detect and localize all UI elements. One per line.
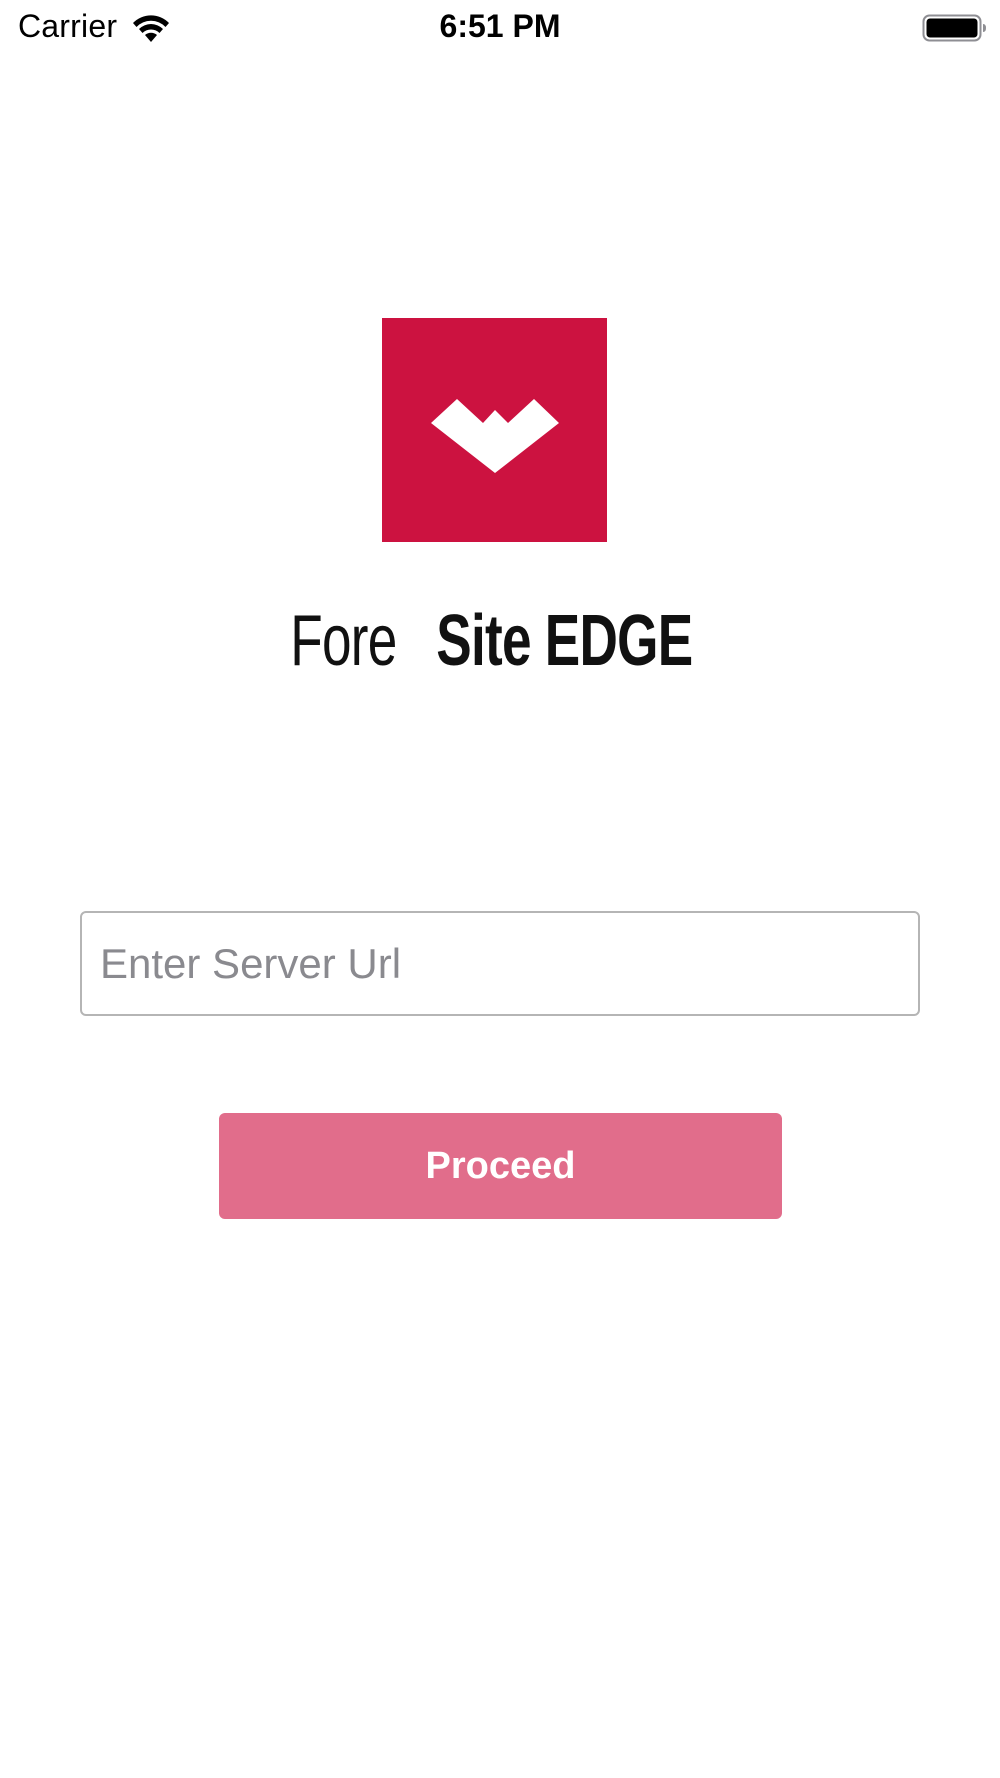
battery-icon [922, 14, 986, 42]
brand-name: Fore Site EDGE [0, 600, 1000, 682]
status-bar: Carrier 6:51 PM [0, 0, 1000, 56]
server-url-input[interactable] [80, 911, 920, 1016]
clock: 6:51 PM [439, 8, 561, 44]
heart-chevron-icon [431, 399, 559, 473]
server-setup-screen: Carrier 6:51 PM Fore Site EDGE Proceed [0, 0, 1000, 1778]
foresite-logo-icon [382, 318, 607, 542]
proceed-button[interactable]: Proceed [219, 1113, 782, 1219]
brand-name-light: Fore [290, 601, 398, 681]
brand-name-bold: Site EDGE [436, 601, 694, 681]
